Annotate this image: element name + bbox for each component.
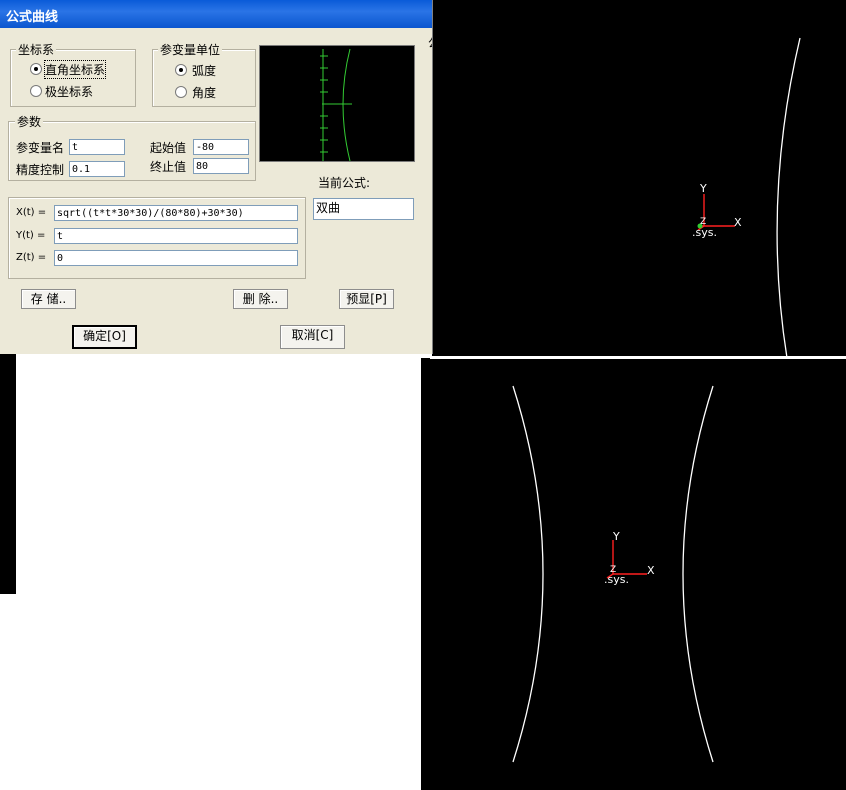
sys-label-bottom: .sys.: [604, 573, 629, 586]
x-formula-input[interactable]: sqrt((t*t*30*30)/(80*80)+30*30): [54, 205, 298, 221]
hyperbola-branch-top: [776, 37, 801, 358]
preview-drawing: [320, 48, 352, 162]
ok-button[interactable]: 确定[O]: [72, 325, 137, 349]
viewport-left-strip: [0, 354, 16, 594]
radio-polar[interactable]: [30, 85, 42, 97]
viewport-top-drawing: Y X Z .sys.: [692, 37, 801, 358]
dialog-title: 公式曲线: [6, 10, 59, 25]
x-formula-label: X(t) =: [16, 207, 47, 218]
dialog-titlebar[interactable]: 公式曲线: [0, 0, 432, 28]
params-label: 参数: [15, 113, 44, 130]
y-formula-label: Y(t) =: [16, 230, 46, 241]
formula-curve-dialog: 公式曲线 坐标系 直角坐标系 极坐标系 参变量单位 弧度 角度 参数 参变量名 …: [0, 0, 433, 354]
z-formula-label: Z(t) =: [16, 252, 47, 263]
hyperbola-branch-left: [512, 385, 544, 763]
axis-x-label: X: [734, 216, 742, 229]
end-value-input[interactable]: 80: [193, 158, 249, 174]
end-value-label: 终止值: [150, 160, 187, 174]
radio-radian[interactable]: [175, 64, 187, 76]
y-formula-input[interactable]: t: [54, 228, 298, 244]
precision-label: 精度控制: [16, 163, 65, 177]
z-formula-input[interactable]: 0: [54, 250, 298, 266]
radio-radian-label[interactable]: 弧度: [192, 62, 216, 79]
precision-input[interactable]: 0.1: [69, 161, 125, 177]
coord-system-label: 坐标系: [16, 41, 57, 58]
var-name-label: 参变量名: [16, 141, 65, 155]
preview-button[interactable]: 预显[P]: [339, 289, 394, 309]
save-button[interactable]: 存 储..: [21, 289, 76, 309]
axis-x-label-bottom: X: [647, 564, 655, 577]
radio-cartesian[interactable]: [30, 63, 42, 75]
param-unit-label: 参变量单位: [158, 41, 223, 58]
radio-cartesian-label[interactable]: 直角坐标系: [43, 60, 107, 79]
axis-y-label: Y: [699, 182, 707, 195]
radio-degree-label[interactable]: 角度: [192, 84, 216, 101]
sys-label: .sys.: [692, 226, 717, 239]
radio-degree[interactable]: [175, 86, 187, 98]
delete-button[interactable]: 删 除..: [233, 289, 288, 309]
start-value-input[interactable]: -80: [193, 139, 249, 155]
current-formula-input[interactable]: 双曲: [313, 198, 414, 220]
hyperbola-branch-right: [682, 385, 714, 763]
preview-canvas: [259, 45, 415, 162]
radio-polar-label[interactable]: 极坐标系: [45, 83, 93, 100]
current-formula-label: 当前公式:: [318, 176, 371, 190]
var-name-input[interactable]: t: [69, 139, 125, 155]
cancel-button[interactable]: 取消[C]: [280, 325, 345, 349]
axis-y-label-bottom: Y: [612, 530, 620, 543]
start-value-label: 起始值: [150, 141, 187, 155]
viewport-bottom-drawing: Y X Z .sys.: [512, 385, 714, 763]
partial-glyph: 公: [428, 34, 432, 51]
